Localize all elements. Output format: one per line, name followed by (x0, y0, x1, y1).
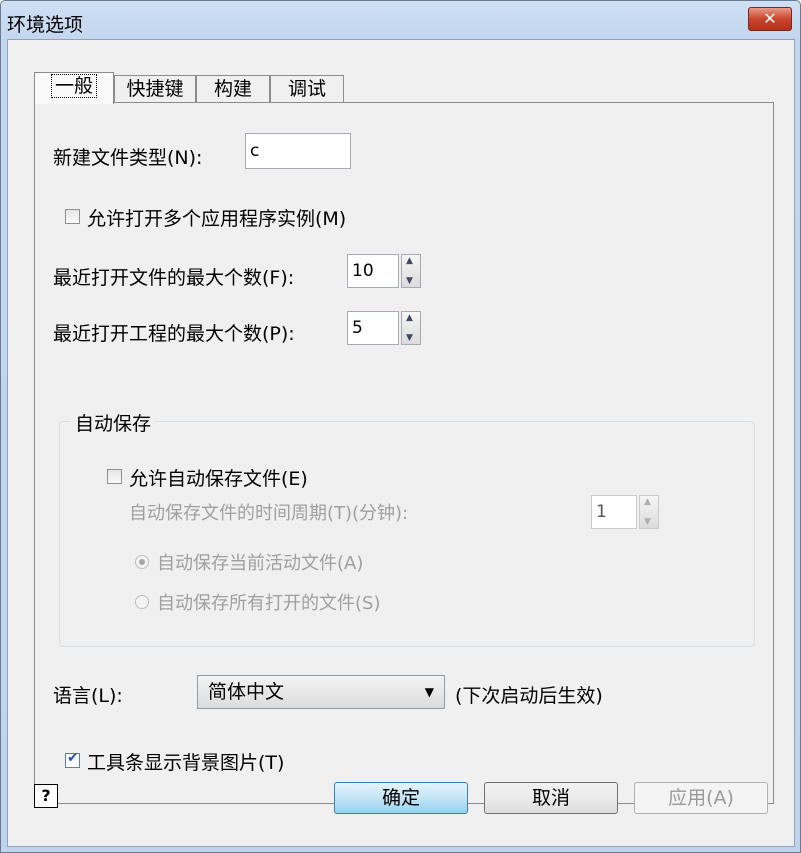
chevron-down-icon: ▼ (424, 685, 434, 699)
toolbar-bg-checkbox[interactable] (65, 750, 80, 768)
apply-button[interactable]: 应用(A) (634, 782, 768, 814)
tab-debug-label: 调试 (287, 78, 326, 100)
close-icon: ✕ (763, 9, 777, 28)
allow-multi-instance-label: 允许打开多个应用程序实例(M) (87, 208, 347, 230)
tab-shortcuts[interactable]: 快捷键 (114, 75, 196, 103)
recent-files-spinner[interactable] (401, 254, 421, 288)
dialog-window: 环境选项 ✕ 一般 快捷键 构建 调试 新建文件类型(N): c 允许打开多个应… (0, 0, 801, 853)
dialog-client: 一般 快捷键 构建 调试 新建文件类型(N): c 允许打开多个应用程序实例(M… (7, 39, 795, 847)
tab-build[interactable]: 构建 (196, 75, 270, 103)
language-label: 语言(L): (53, 685, 123, 707)
tab-debug[interactable]: 调试 (270, 75, 344, 103)
help-button[interactable]: ? (34, 784, 58, 808)
recent-files-input[interactable]: 10 (347, 254, 399, 288)
autosave-enable-checkbox[interactable] (107, 469, 122, 484)
new-file-type-input[interactable]: c (245, 133, 351, 169)
title-bar[interactable]: 环境选项 ✕ (1, 1, 800, 39)
autosave-period-label: 自动保存文件的时间周期(T)(分钟): (129, 503, 409, 524)
general-panel: 新建文件类型(N): c 允许打开多个应用程序实例(M) 最近打开文件的最大个数… (34, 102, 774, 804)
allow-multi-instance-checkbox[interactable] (65, 209, 80, 224)
tab-general[interactable]: 一般 (34, 72, 114, 104)
ok-button[interactable]: 确定 (334, 782, 468, 814)
autosave-current-label: 自动保存当前活动文件(A) (157, 553, 364, 574)
autosave-all-label: 自动保存所有打开的文件(S) (157, 593, 381, 614)
cancel-button[interactable]: 取消 (484, 782, 618, 814)
help-icon: ? (41, 786, 51, 805)
recent-projects-label: 最近打开工程的最大个数(P): (53, 323, 295, 345)
tab-build-label: 构建 (213, 78, 252, 100)
recent-projects-spinner[interactable] (401, 311, 421, 345)
autosave-period-input[interactable]: 1 (591, 495, 637, 529)
autosave-enable-label: 允许自动保存文件(E) (129, 468, 308, 490)
recent-projects-input[interactable]: 5 (347, 311, 399, 345)
autosave-all-radio[interactable] (135, 595, 149, 609)
autosave-current-radio[interactable] (135, 555, 149, 569)
tab-shortcuts-label: 快捷键 (126, 78, 184, 100)
autosave-group-title: 自动保存 (71, 409, 156, 436)
language-selected-value: 简体中文 (208, 681, 285, 703)
new-file-type-label: 新建文件类型(N): (53, 147, 203, 169)
window-title: 环境选项 (7, 14, 84, 36)
close-button[interactable]: ✕ (748, 7, 792, 31)
language-select[interactable]: 简体中文 ▼ (197, 675, 445, 709)
recent-files-label: 最近打开文件的最大个数(F): (53, 267, 295, 289)
tab-general-label: 一般 (50, 74, 97, 98)
toolbar-bg-label: 工具条显示背景图片(T) (87, 752, 285, 774)
autosave-period-spinner[interactable] (639, 495, 659, 529)
language-note: (下次启动后生效) (455, 685, 603, 707)
